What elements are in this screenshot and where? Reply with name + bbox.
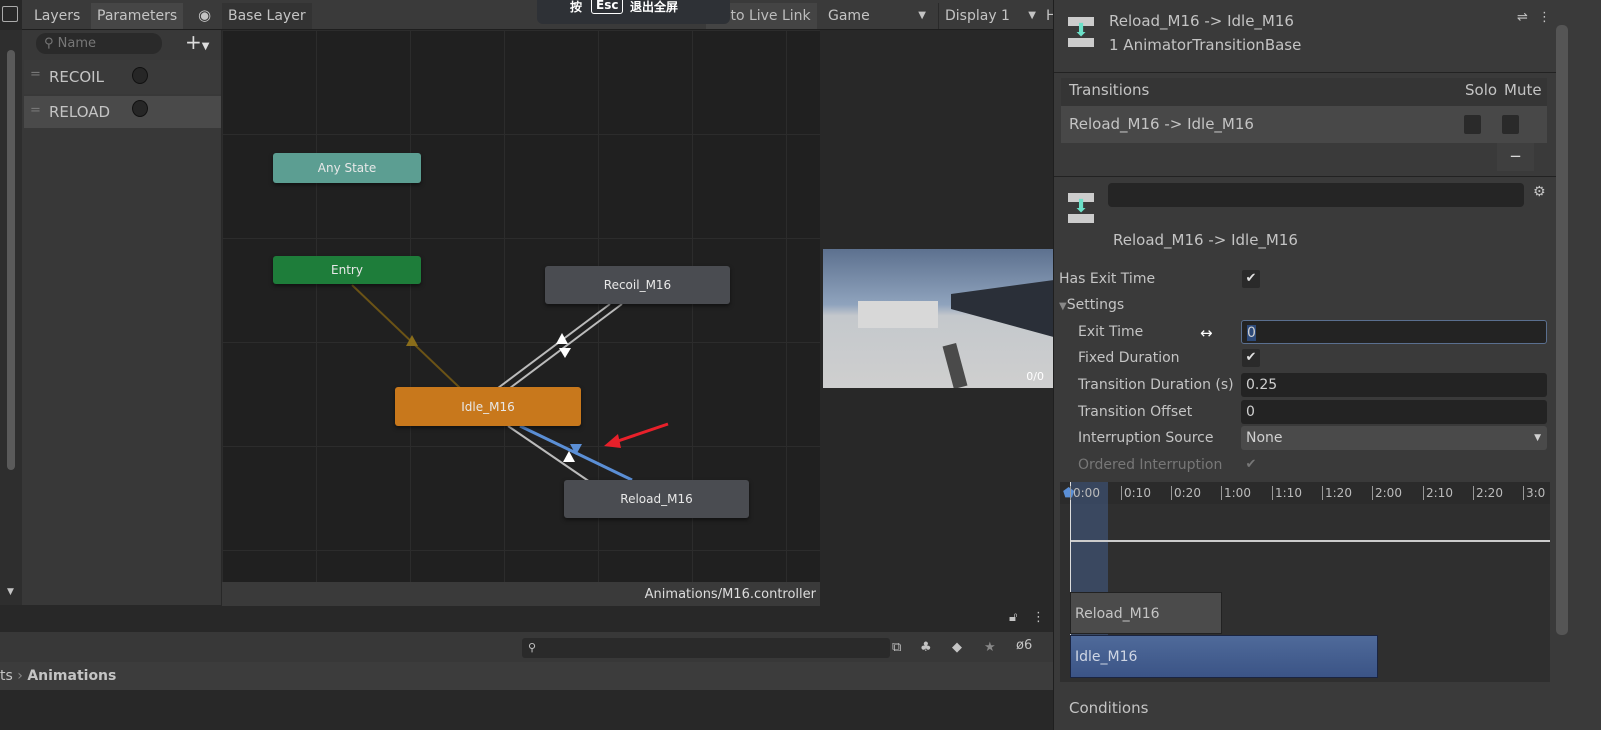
transition-offset-input[interactable]: 0	[1241, 400, 1547, 424]
timeline-tick: 2:20	[1473, 486, 1503, 500]
timeline-tick: 2:10	[1423, 486, 1453, 500]
transition-offset-label: Transition Offset	[1078, 404, 1193, 420]
timeline-tick: 1:10	[1272, 486, 1302, 500]
mouse-cursor-icon: ↔	[1200, 324, 1213, 342]
inspector-title: Reload_M16 -> Idle_M16	[1109, 12, 1294, 30]
project-header	[0, 606, 1053, 632]
mute-header: Mute	[1504, 81, 1542, 99]
esc-key: Esc	[591, 0, 624, 14]
timeline-tick: 0:00	[1070, 486, 1100, 500]
solo-header: Solo	[1465, 81, 1498, 99]
game-preview: 0/0	[823, 249, 1054, 388]
transition-icon: ⬇	[1068, 17, 1094, 47]
timeline-tick: 0:20	[1171, 486, 1201, 500]
chevron-down-icon: ▼	[1534, 433, 1541, 443]
scene-boxes	[858, 301, 938, 328]
search-by-type-icon[interactable]: ⧉	[892, 640, 901, 655]
fullscreen-hint: 按 Esc 退出全屏	[537, 0, 730, 24]
transition-name-label: Reload_M16 -> Idle_M16	[1113, 231, 1298, 249]
exit-time-label[interactable]: Exit Time	[1078, 321, 1143, 343]
interruption-source-label: Interruption Source	[1078, 430, 1214, 446]
settings-foldout[interactable]: ▼Settings	[1059, 294, 1124, 316]
timeline-tick: 3:0	[1523, 486, 1548, 500]
timeline-clip-reload[interactable]: Reload_M16	[1070, 592, 1222, 634]
timeline-tick: 2:00	[1372, 486, 1402, 500]
weapon-model	[942, 342, 968, 388]
settings-gear-icon[interactable]: ⚙	[1533, 184, 1546, 200]
exit-time-input[interactable]: 0	[1241, 320, 1547, 344]
hidden-packages-icon[interactable]: ø6	[1016, 638, 1032, 653]
timeline-tick: 1:20	[1322, 486, 1352, 500]
ordered-interruption-label: Ordered Interruption	[1078, 457, 1223, 473]
more-menu-icon[interactable]: ⋮	[1538, 10, 1551, 25]
ordered-interruption-checkbox: ✔	[1245, 457, 1257, 472]
ammo-counter: 0/0	[1026, 370, 1044, 383]
inspector-subtitle: 1 AnimatorTransitionBase	[1109, 36, 1302, 54]
label-icon[interactable]: ◆	[952, 640, 962, 655]
solo-checkbox[interactable]	[1464, 115, 1481, 134]
transition-duration-input[interactable]: 0.25	[1241, 373, 1547, 397]
breadcrumb-assets[interactable]: ts	[0, 668, 13, 684]
interruption-source-dropdown[interactable]: None ▼	[1241, 426, 1547, 450]
has-exit-time-checkbox[interactable]: ✔	[1242, 270, 1260, 288]
fixed-duration-label: Fixed Duration	[1078, 350, 1180, 366]
foldout-arrow-icon: ▼	[1059, 301, 1067, 312]
display-dropdown[interactable]: Display 1 ▼	[938, 3, 1042, 29]
transition-duration-label: Transition Duration (s)	[1078, 377, 1234, 393]
mute-checkbox[interactable]	[1502, 115, 1519, 134]
transition-arrow-icon	[559, 348, 571, 358]
fixed-duration-checkbox[interactable]: ✔	[1242, 349, 1260, 367]
breadcrumb-animations[interactable]: Animations	[27, 668, 116, 684]
favorite-icon[interactable]: ★	[984, 640, 996, 655]
presets-icon[interactable]: ⇌	[1517, 10, 1528, 25]
transition-curve	[1070, 540, 1550, 542]
transition-arrow-icon	[406, 335, 418, 346]
transition-arrow-icon	[556, 333, 568, 344]
state-any-state[interactable]: Any State	[273, 153, 421, 183]
lock-icon[interactable]: 🔓︎	[1009, 610, 1017, 625]
search-icon: ⚲	[528, 641, 537, 654]
project-breadcrumb: ts › Animations	[0, 662, 1053, 690]
state-idle[interactable]: Idle_M16	[395, 387, 581, 426]
controller-path: Animations/M16.controller	[644, 587, 816, 602]
timeline-tick: 1:00	[1221, 486, 1251, 500]
remove-transition-button[interactable]: −	[1497, 143, 1534, 171]
transitions-header: Transitions	[1069, 81, 1150, 99]
game-view-dropdown[interactable]: Game ▼	[822, 3, 932, 29]
timeline-clip-idle[interactable]: Idle_M16	[1070, 635, 1378, 678]
entry-transition	[351, 284, 461, 389]
transition-name-field[interactable]	[1108, 183, 1524, 207]
state-entry[interactable]: Entry	[273, 256, 421, 284]
state-recoil[interactable]: Recoil_M16	[545, 266, 730, 304]
more-menu-icon[interactable]: ⋮	[1032, 610, 1045, 625]
scene-walls	[951, 279, 1054, 339]
transition-timeline[interactable]: ⬟ Reload_M16 Idle_M16	[1060, 482, 1550, 682]
transition-list-item[interactable]: Reload_M16 -> Idle_M16	[1061, 106, 1547, 143]
state-reload[interactable]: Reload_M16	[564, 480, 749, 518]
project-search[interactable]: ⚲	[522, 638, 890, 658]
timeline-tick: 0:10	[1121, 486, 1151, 500]
transition-icon: ⬇	[1068, 193, 1094, 223]
conditions-header: Conditions	[1069, 699, 1149, 717]
inspector-scrollbar[interactable]	[1556, 25, 1568, 635]
has-exit-time-label: Has Exit Time	[1059, 271, 1156, 287]
filter-by-type-icon[interactable]: ♣	[920, 640, 932, 655]
